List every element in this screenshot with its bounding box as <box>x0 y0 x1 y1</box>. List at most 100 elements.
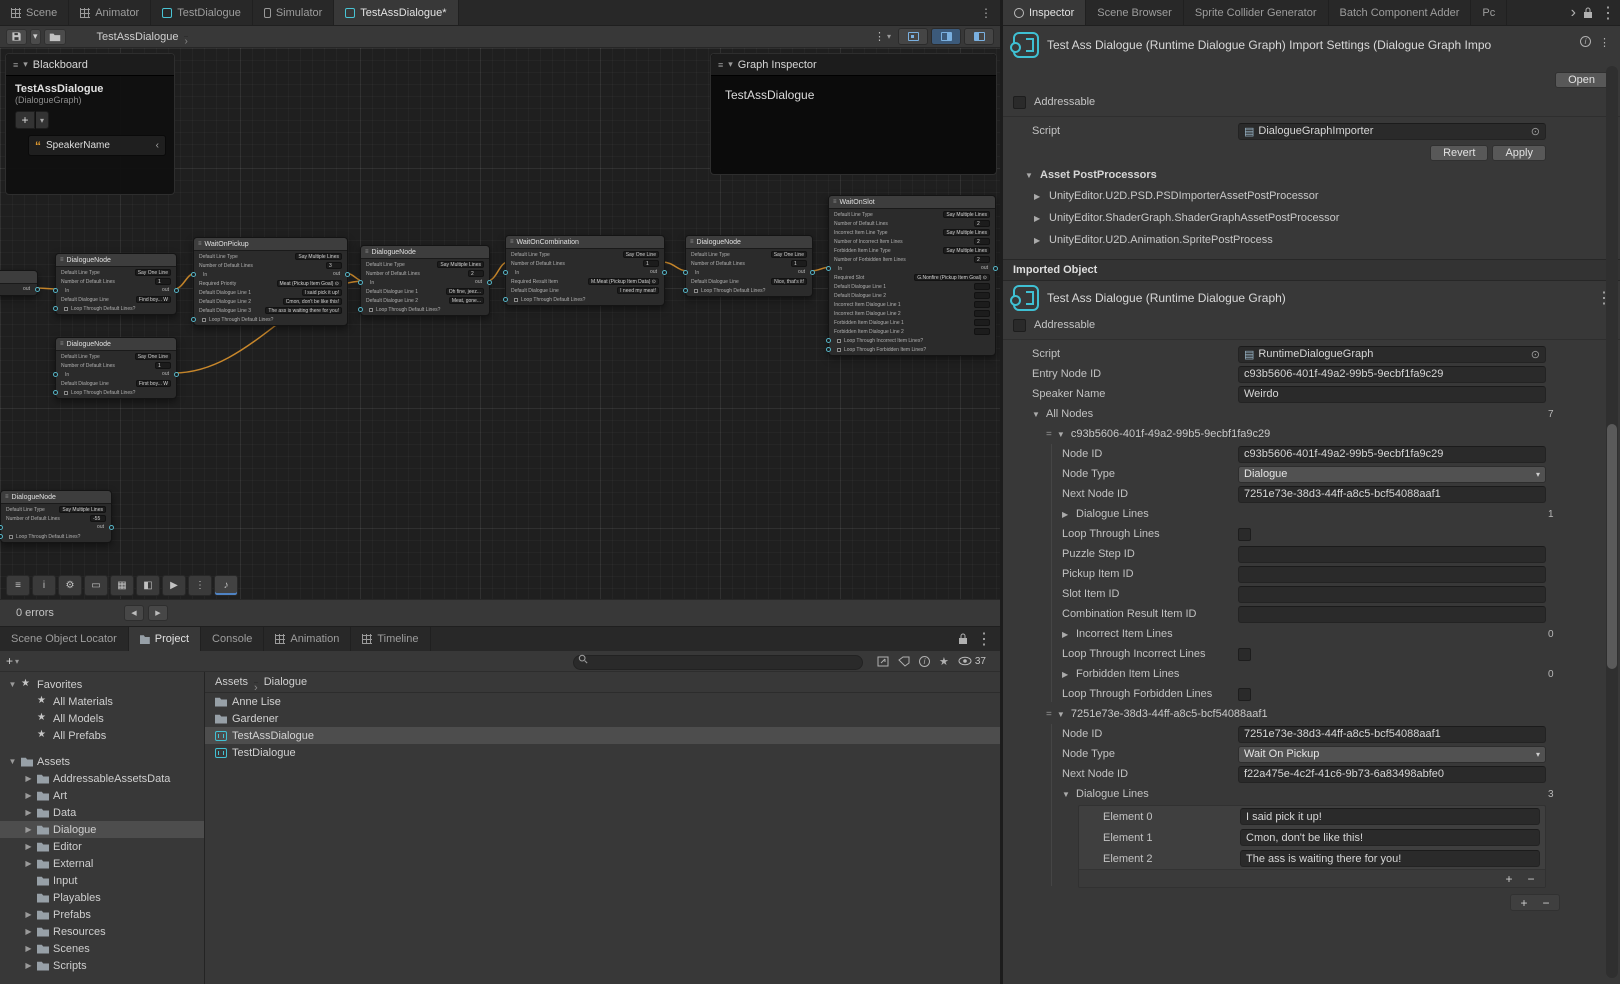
save-button[interactable] <box>6 29 27 45</box>
blackboard-toggle[interactable] <box>964 28 994 45</box>
input-port-icon[interactable] <box>191 272 196 277</box>
document-tab[interactable]: TestAssDialogue* <box>334 0 458 25</box>
node-row-value[interactable]: 1 <box>155 362 171 369</box>
blackboard-header[interactable]: ≡ ▾ Blackboard <box>6 54 174 76</box>
node-row-value[interactable] <box>974 328 990 335</box>
project-tree-item[interactable]: ▼ Favorites <box>0 676 204 693</box>
foldout-arrow-icon[interactable]: ▶ <box>24 944 33 953</box>
node-checkbox[interactable] <box>837 339 841 343</box>
more-icon[interactable]: ⋮ <box>188 575 212 596</box>
node-row-value[interactable]: Say Multiple Lines <box>943 211 990 218</box>
remove-node-button[interactable]: − <box>1535 895 1557 910</box>
node-row-value[interactable]: out <box>473 279 484 286</box>
next-error-button[interactable]: ▶ <box>148 605 168 621</box>
revert-button[interactable]: Revert <box>1430 145 1488 161</box>
pickup-item-id-field[interactable] <box>1238 566 1546 583</box>
node-row-value[interactable]: I need my meat! <box>617 287 659 294</box>
node-row-value[interactable]: Say Multiple Lines <box>943 229 990 236</box>
dialogue-line-field[interactable]: Cmon, don't be like this! <box>1240 829 1540 846</box>
graph-canvas[interactable]: ≡ rtNode ections out <box>0 48 1000 599</box>
next-node-id-field[interactable]: f22a475e-4c2f-41c6-9b73-6a83498abfe0 <box>1238 766 1546 783</box>
panel-tab[interactable]: Timeline <box>351 627 430 651</box>
save-options-button[interactable]: ▾ <box>30 29 41 45</box>
scrollbar-thumb[interactable] <box>1607 424 1617 669</box>
panel-tab[interactable]: Scene Object Locator <box>0 627 129 651</box>
node-row-value[interactable]: 2 <box>974 238 990 245</box>
panel-tab[interactable]: Animation <box>264 627 351 651</box>
node-title-bar[interactable]: ≡ DialogueNode <box>56 338 176 351</box>
node-type-dropdown[interactable]: Dialogue▾ <box>1238 466 1546 483</box>
node-title-bar[interactable]: ≡ WaitOnPickup <box>194 238 347 251</box>
project-tree-item[interactable]: All Prefabs <box>0 727 204 744</box>
output-port-icon[interactable] <box>174 288 179 293</box>
project-tree-item[interactable]: All Models <box>0 710 204 727</box>
breadcrumb-root[interactable]: Assets <box>215 676 248 688</box>
project-file-row[interactable]: TestAssDialogue <box>205 727 1000 744</box>
project-tree-item[interactable]: Playables <box>0 889 204 906</box>
slot-item-id-field[interactable] <box>1238 586 1546 603</box>
panel-tab[interactable]: Pc <box>1471 0 1507 25</box>
node-row-value[interactable]: Say One Line <box>623 251 659 258</box>
previous-error-button[interactable]: ◀ <box>124 605 144 621</box>
node-title-bar[interactable]: ≡ DialogueNode <box>361 246 489 259</box>
project-tree-item[interactable]: ▶ Art <box>0 787 204 804</box>
project-tree-item[interactable] <box>0 744 204 753</box>
remove-element-button[interactable]: − <box>1520 871 1542 886</box>
node-title-bar[interactable]: ≡ DialogueNode <box>686 236 812 249</box>
drag-handle-icon[interactable]: = <box>1046 429 1052 440</box>
node-row-value[interactable]: 1 <box>155 278 171 285</box>
tab-overflow-icon[interactable]: › <box>1571 4 1576 22</box>
node-collapse-icon[interactable]: ≡ <box>365 249 369 255</box>
node-row-value[interactable]: Nice, that's it! <box>771 278 807 285</box>
graph-inspector-header[interactable]: ≡ ▾ Graph Inspector <box>711 54 996 76</box>
foldout-arrow-icon[interactable]: ▼ <box>8 680 17 689</box>
input-port-icon[interactable] <box>0 534 3 539</box>
output-port-icon[interactable] <box>487 280 492 285</box>
node-row-value[interactable]: Oh fine, jeez... <box>446 288 484 295</box>
foldout-arrow-icon[interactable]: ▶ <box>24 808 33 817</box>
caret-down-icon[interactable]: ▾ <box>728 59 733 70</box>
node-row-value[interactable]: out <box>979 265 990 272</box>
node-row-value[interactable]: out <box>648 269 659 276</box>
project-tree-item[interactable]: Input <box>0 872 204 889</box>
project-file-row[interactable]: TestDialogue <box>205 744 1000 761</box>
component-inspector-toggle[interactable] <box>931 28 961 45</box>
graph-node[interactable]: ≡ DialogueNode Default Line Type Say Mul… <box>0 490 112 543</box>
graph-node[interactable]: ≡ DialogueNode Default Line Type Say One… <box>55 253 177 315</box>
node-title-bar[interactable]: ≡ WaitOnCombination <box>506 236 664 249</box>
node-checkbox[interactable] <box>202 318 206 322</box>
output-port-icon[interactable] <box>345 272 350 277</box>
node-collapse-icon[interactable]: ≡ <box>60 257 64 263</box>
foldout-arrow-icon[interactable]: ▶ <box>24 927 33 936</box>
foldout-arrow-icon[interactable]: ▶ <box>24 961 33 970</box>
project-tree-item[interactable]: ▶ Prefabs <box>0 906 204 923</box>
panel-tab[interactable]: Console <box>201 627 264 651</box>
input-port-icon[interactable] <box>53 372 58 377</box>
project-tree-item[interactable]: ▶ Data <box>0 804 204 821</box>
object-picker-icon[interactable]: ⊙ <box>1531 125 1540 138</box>
project-tree-item[interactable]: All Materials <box>0 693 204 710</box>
node-row-value[interactable]: -55 <box>90 515 106 522</box>
node-title-bar[interactable]: ≡ DialogueNode <box>1 491 111 504</box>
node-row-value[interactable]: Meat (Pickup Item Goal) ⊙ <box>277 280 343 287</box>
node-row-value[interactable]: out <box>796 269 807 276</box>
favorites-filter-icon[interactable]: ★ <box>939 655 949 668</box>
search-by-type-icon[interactable] <box>877 656 889 667</box>
graph-node[interactable]: ≡ DialogueNode Default Line Type Say One… <box>685 235 813 297</box>
node-row-value[interactable]: Say One Line <box>135 353 171 360</box>
node-checkbox[interactable] <box>64 307 68 311</box>
node-row-value[interactable]: 2 <box>974 220 990 227</box>
input-port-icon[interactable] <box>683 270 688 275</box>
foldout-arrow-icon[interactable]: ▶ <box>24 859 33 868</box>
add-variable-options-button[interactable]: ▾ <box>36 111 49 129</box>
node-collapse-icon[interactable]: ≡ <box>833 199 837 205</box>
input-port-icon[interactable] <box>826 266 831 271</box>
input-port-icon[interactable] <box>683 288 688 293</box>
node-row-value[interactable]: out <box>331 271 342 278</box>
input-port-icon[interactable] <box>191 317 196 322</box>
node-title-bar[interactable]: ≡ DialogueNode <box>56 254 176 267</box>
project-tree-item[interactable]: ▶ Editor <box>0 838 204 855</box>
document-tab[interactable]: Scene <box>0 0 69 25</box>
node-entry-header[interactable]: = ▼ 7251e73e-38d3-44ff-a8c5-bcf54088aaf1 <box>1032 704 1546 724</box>
open-button[interactable]: Open <box>1555 72 1608 88</box>
